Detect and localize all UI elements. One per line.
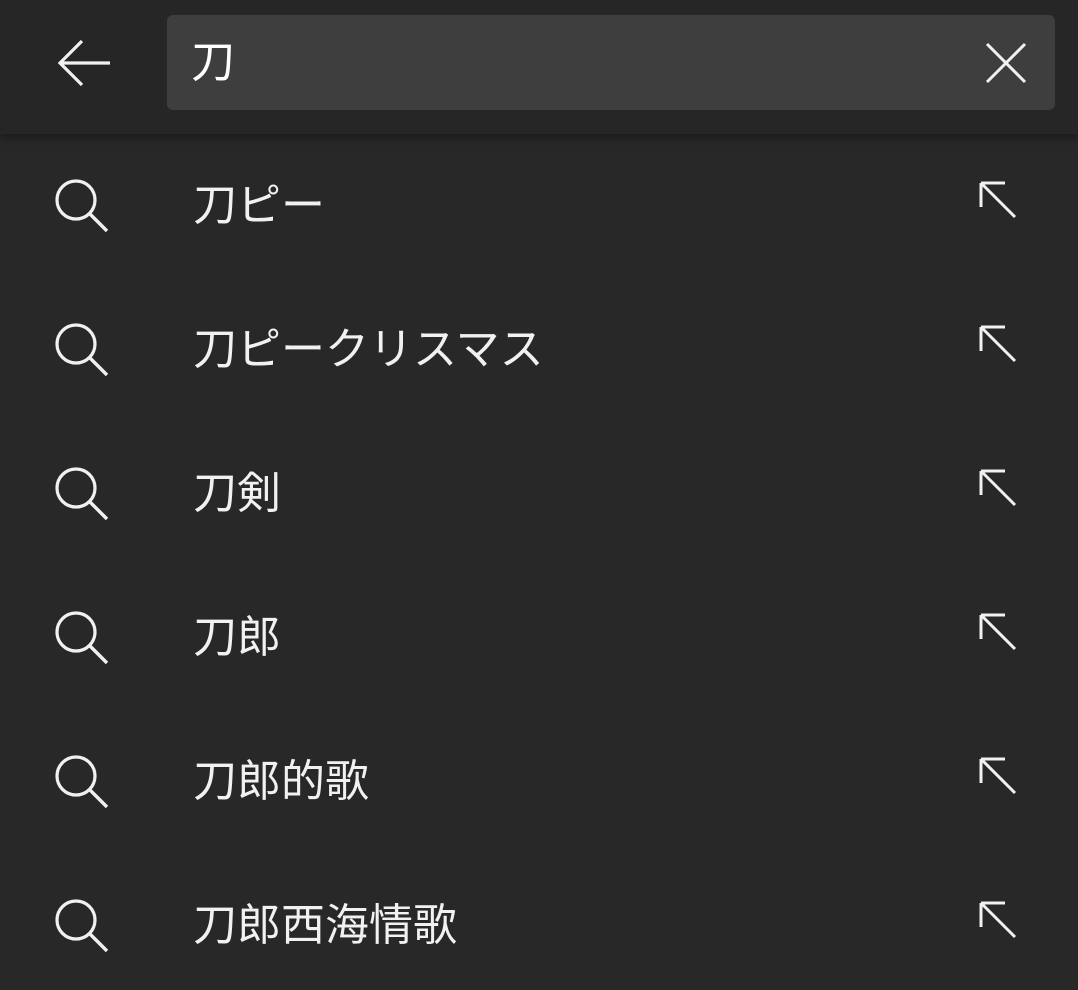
- fill-query-button[interactable]: [960, 162, 1036, 238]
- fill-query-button[interactable]: [960, 882, 1036, 958]
- suggestion-label: 刀郎的歌: [193, 756, 369, 807]
- suggestion-label: 刀郎: [193, 612, 281, 663]
- arrow-up-left-icon: [977, 899, 1019, 941]
- search-icon: [52, 320, 112, 380]
- fill-query-button[interactable]: [960, 306, 1036, 382]
- arrow-up-left-icon: [977, 179, 1019, 221]
- arrow-up-left-icon: [977, 467, 1019, 509]
- suggestion-label: 刀郎西海情歌: [193, 900, 457, 951]
- arrow-up-left-icon: [977, 611, 1019, 653]
- suggestion-item[interactable]: 刀郎: [0, 566, 1078, 710]
- suggestion-label: 刀ピークリスマス: [193, 324, 544, 375]
- arrow-up-left-icon: [977, 755, 1019, 797]
- clear-search-button[interactable]: [975, 32, 1037, 94]
- suggestion-item[interactable]: 刀剣: [0, 422, 1078, 566]
- suggestion-label: 刀ピー: [193, 180, 325, 231]
- suggestion-item[interactable]: 刀ピー: [0, 134, 1078, 278]
- search-icon: [52, 896, 112, 956]
- suggestion-item[interactable]: 刀郎西海情歌: [0, 854, 1078, 990]
- search-icon: [52, 752, 112, 812]
- fill-query-button[interactable]: [960, 450, 1036, 526]
- close-icon: [985, 42, 1027, 84]
- fill-query-button[interactable]: [960, 594, 1036, 670]
- search-box: [167, 15, 1055, 110]
- suggestion-item[interactable]: 刀ピークリスマス: [0, 278, 1078, 422]
- search-icon: [52, 608, 112, 668]
- search-icon: [52, 464, 112, 524]
- fill-query-button[interactable]: [960, 738, 1036, 814]
- search-icon: [52, 176, 112, 236]
- back-button[interactable]: [34, 16, 134, 110]
- suggestion-item[interactable]: 刀郎的歌: [0, 710, 1078, 854]
- search-screen: 刀ピー 刀ピークリスマス: [0, 0, 1078, 990]
- arrow-left-icon: [56, 38, 112, 88]
- arrow-up-left-icon: [977, 323, 1019, 365]
- search-header: [0, 0, 1078, 134]
- search-input[interactable]: [191, 15, 951, 110]
- suggestion-label: 刀剣: [193, 468, 281, 519]
- suggestion-list: 刀ピー 刀ピークリスマス 刀剣 刀郎 刀郎的歌 刀郎西海情歌: [0, 134, 1078, 990]
